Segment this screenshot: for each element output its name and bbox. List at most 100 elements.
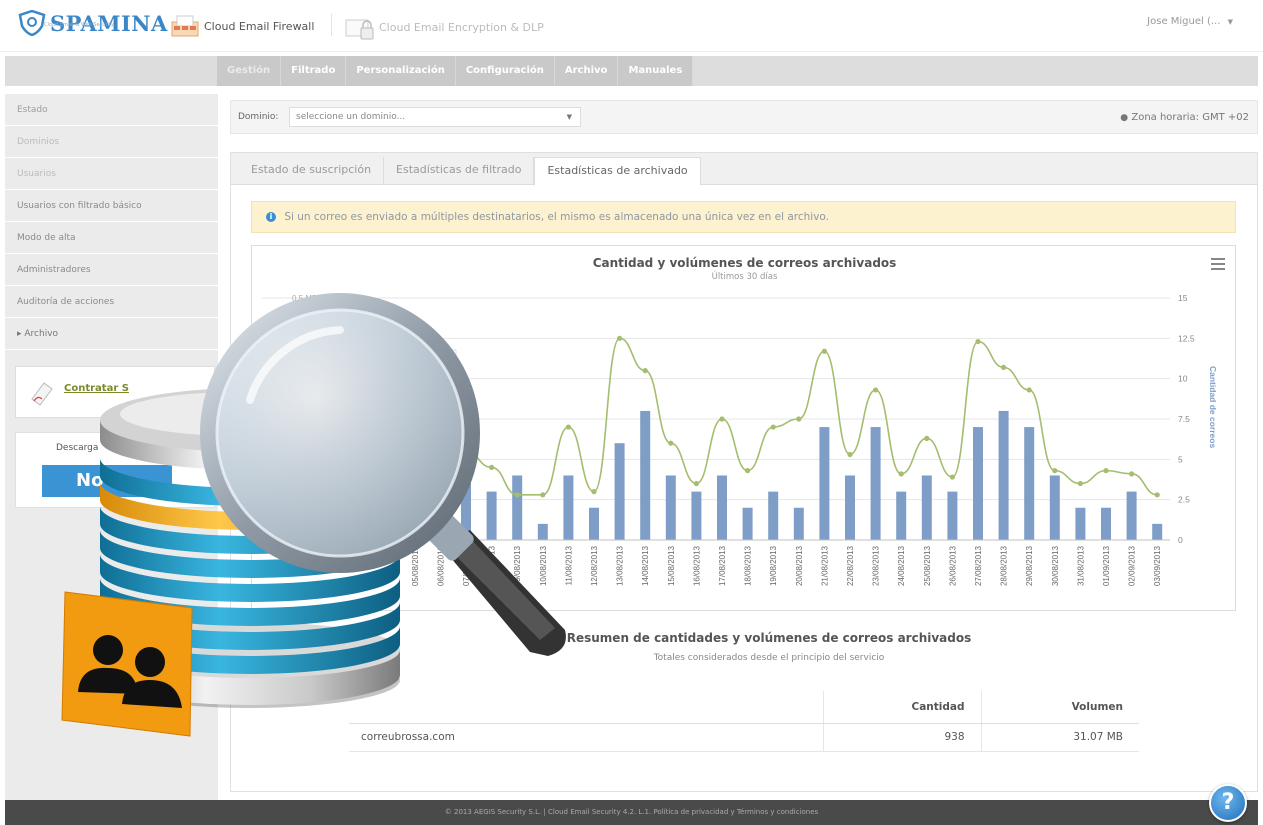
chart-bar xyxy=(691,491,702,540)
y-axis-title: Cantidad de correos xyxy=(1208,366,1218,448)
x-tick-label: 29/08/2013 xyxy=(1025,545,1034,586)
chart-point xyxy=(540,492,546,498)
product-2-label: Cloud Email Encryption & DLP xyxy=(379,20,544,34)
main-nav-tabs: Gestión Filtrado Personalización Configu… xyxy=(217,56,694,86)
x-tick-label: 05/08/2013 xyxy=(411,545,420,586)
tab-estadisticas-archivado[interactable]: Estadísticas de archivado xyxy=(534,157,701,186)
subtabs: Estado de suscripción Estadísticas de fi… xyxy=(231,153,1257,186)
chart-point xyxy=(1052,468,1058,474)
download-box: Descarga No xyxy=(15,432,215,508)
contract-icon xyxy=(31,382,53,406)
chart-bar xyxy=(768,491,779,540)
x-tick-label: 18/08/2013 xyxy=(744,545,753,586)
x-tick-label: 24/08/2013 xyxy=(897,545,906,586)
table-row: correubrossa.com 938 31.07 MB xyxy=(349,723,1139,752)
nav-tab-personalizacion[interactable]: Personalización xyxy=(346,56,456,86)
chart-point xyxy=(437,456,443,462)
summary-title: Resumen de cantidades y volúmenes de cor… xyxy=(566,631,972,645)
chart-point xyxy=(1077,480,1083,487)
x-tick-label: 31/08/2013 xyxy=(1076,545,1085,586)
chart-point xyxy=(591,489,597,495)
chart-bar xyxy=(998,410,1009,540)
chart-bar xyxy=(947,491,958,540)
x-tick-label: 13/08/2013 xyxy=(616,545,625,586)
nav-tab-manuales[interactable]: Manuales xyxy=(618,56,694,86)
chart-bar xyxy=(717,475,727,540)
nav-tab-filtrado[interactable]: Filtrado xyxy=(281,56,347,86)
chevron-down-icon: ▼ xyxy=(566,113,572,121)
download-button[interactable]: No xyxy=(42,465,172,497)
y-tick-label: 2.5 xyxy=(1178,495,1190,505)
legend-label-cantidad: Cantidad xyxy=(396,355,428,364)
nav-tab-gestion[interactable]: Gestión xyxy=(217,56,282,86)
sidebar-item-usuarios-filtrado-basico[interactable]: Usuarios con filtrado básico xyxy=(5,190,218,222)
y-tick-label: 10 xyxy=(1178,374,1188,384)
summary-table: Cantidad Volumen correubrossa.com 938 31… xyxy=(349,691,1139,752)
x-tick-label: 10/08/2013 xyxy=(539,545,548,586)
chart-bar xyxy=(409,394,420,540)
sidebar-item-estado[interactable]: Estado xyxy=(5,94,218,126)
timezone-text: Zona horaria: GMT +02 xyxy=(1131,112,1249,123)
product-cloud-email-firewall[interactable]: Cloud Email Firewall xyxy=(168,12,314,40)
sidebar-item-auditoria[interactable]: Auditoría de acciones xyxy=(5,286,218,318)
chart-point xyxy=(949,474,956,480)
domain-select[interactable]: seleccione un dominio... ▼ xyxy=(289,107,581,127)
chart-point xyxy=(1129,471,1135,477)
nav-tab-configuracion[interactable]: Configuración xyxy=(456,56,555,86)
chart-bar xyxy=(435,394,446,540)
user-name: Jose Miguel (... xyxy=(1147,16,1221,27)
help-button[interactable]: ? xyxy=(1209,784,1247,822)
sidebar-item-administradores[interactable]: Administradores xyxy=(5,254,218,286)
chart-bar xyxy=(486,491,497,540)
chart-point xyxy=(847,451,853,458)
tab-estadisticas-filtrado[interactable]: Estadísticas de filtrado xyxy=(384,157,535,185)
x-tick-label: 19/08/2013 xyxy=(769,545,778,586)
chart-bar xyxy=(1152,523,1163,540)
chart-point xyxy=(693,480,699,487)
product-cloud-email-encryption[interactable]: Cloud Email Encryption & DLP xyxy=(343,12,544,42)
summary-subtitle: Totales considerados desde el principio … xyxy=(653,653,885,663)
x-tick-label: 25/08/2013 xyxy=(923,545,932,586)
sidebar-item-archivo[interactable]: ▸ Archivo xyxy=(5,318,218,350)
x-tick-label: 14/08/2013 xyxy=(641,545,650,586)
chart-point xyxy=(898,471,904,477)
sidebar-item-modo-de-alta[interactable]: Modo de alta xyxy=(5,222,218,254)
tab-estado-suscripcion[interactable]: Estado de suscripción xyxy=(239,157,385,185)
statistics-panel: Estado de suscripción Estadísticas de fi… xyxy=(230,152,1258,792)
x-tick-label: 02/09/2013 xyxy=(1128,545,1137,586)
logo-tagline: Cloud Email & Web Security xyxy=(44,22,114,28)
x-tick-label: 21/08/2013 xyxy=(820,545,829,586)
chart-bar xyxy=(537,523,548,540)
nav-tab-archivo[interactable]: Archivo xyxy=(555,56,619,86)
sidebar-item-usuarios[interactable]: Usuarios xyxy=(5,158,218,190)
chart-bar xyxy=(973,427,983,540)
footer: © 2013 AEGIS Security S.L. | Cloud Email… xyxy=(5,800,1258,825)
chart-point xyxy=(489,464,495,470)
x-tick-label: 20/08/2013 xyxy=(795,545,804,586)
contract-link[interactable]: Contratar S xyxy=(64,383,129,394)
main-content: Dominio: seleccione un dominio... ▼ ● Zo… xyxy=(218,94,1258,800)
user-menu[interactable]: Jose Miguel (... ▼ xyxy=(1147,16,1233,27)
domain-bar: Dominio: seleccione un dominio... ▼ ● Zo… xyxy=(230,100,1258,134)
chart-bar xyxy=(512,475,523,540)
product-1-label: Cloud Email Firewall xyxy=(204,19,315,33)
chart-point xyxy=(642,368,648,374)
chart-bar xyxy=(742,507,753,540)
chart-plot: 0 2.5 5 7.5 10 12.5 15 0.5 MB Cantidad de correo… xyxy=(262,293,1218,586)
y-tick-label: 15 xyxy=(1178,293,1188,303)
chart-point xyxy=(463,448,469,454)
clock-icon: ● xyxy=(1120,113,1129,123)
chart-point xyxy=(617,335,623,341)
x-tick-label: 30/08/2013 xyxy=(1051,545,1060,586)
sidebar-item-dominios[interactable]: Dominios xyxy=(5,126,218,158)
contract-box: Contratar S xyxy=(15,366,215,418)
x-tick-label: 22/08/2013 xyxy=(846,545,855,586)
y-tick-label: 7.5 xyxy=(1178,414,1190,424)
summary-header-volumen: Volumen xyxy=(980,691,1139,724)
chart-point xyxy=(668,440,674,446)
legend-label-volumen: Volumen xyxy=(396,368,427,377)
x-tick-label: 12/08/2013 xyxy=(590,545,599,586)
chart-bar xyxy=(819,427,830,540)
chart-bar xyxy=(1075,507,1086,540)
chart-bar xyxy=(921,475,932,540)
